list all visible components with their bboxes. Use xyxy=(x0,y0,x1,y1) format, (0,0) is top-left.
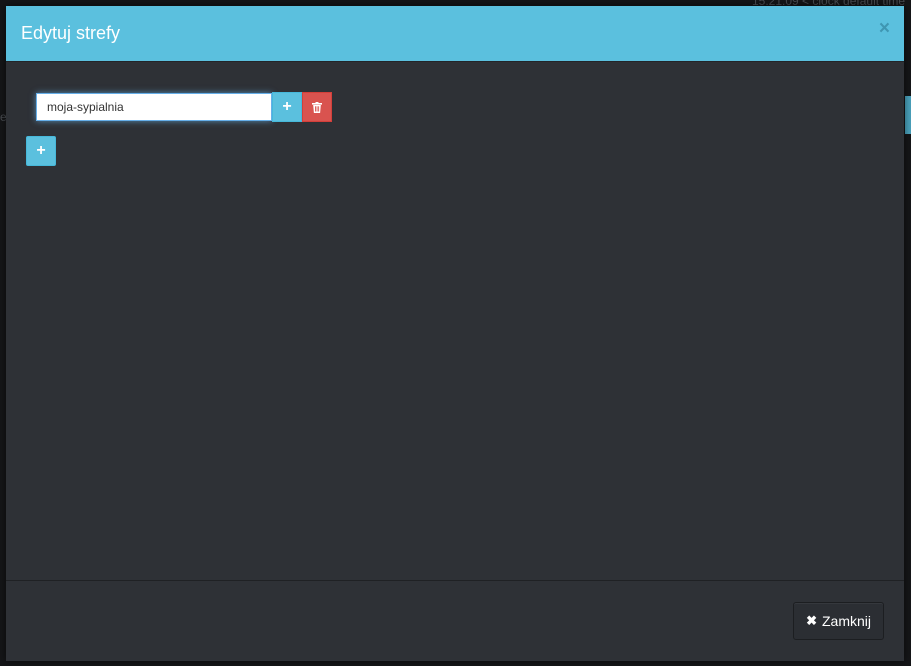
modal-title: Edytuj strefy xyxy=(21,23,121,43)
background-accent-strip xyxy=(905,96,911,134)
modal-footer: ✖ Zamknij xyxy=(6,580,904,662)
plus-icon: + xyxy=(36,142,46,159)
add-subzone-button[interactable]: + xyxy=(272,92,302,122)
delete-zone-button[interactable] xyxy=(302,92,332,122)
close-icon[interactable]: × xyxy=(879,19,890,38)
modal-body: + + xyxy=(6,62,904,580)
modal-header: Edytuj strefy × xyxy=(6,6,904,62)
times-icon: ✖ xyxy=(806,613,817,628)
plus-icon: + xyxy=(282,98,292,115)
close-button[interactable]: ✖ Zamknij xyxy=(793,602,884,640)
trash-icon xyxy=(312,101,322,113)
close-button-label: Zamknij xyxy=(821,613,871,629)
zone-row: + xyxy=(36,92,332,122)
edit-zones-modal: Edytuj strefy × + xyxy=(6,6,904,661)
add-zone-button[interactable]: + xyxy=(26,136,56,166)
zone-name-input[interactable] xyxy=(36,93,272,121)
